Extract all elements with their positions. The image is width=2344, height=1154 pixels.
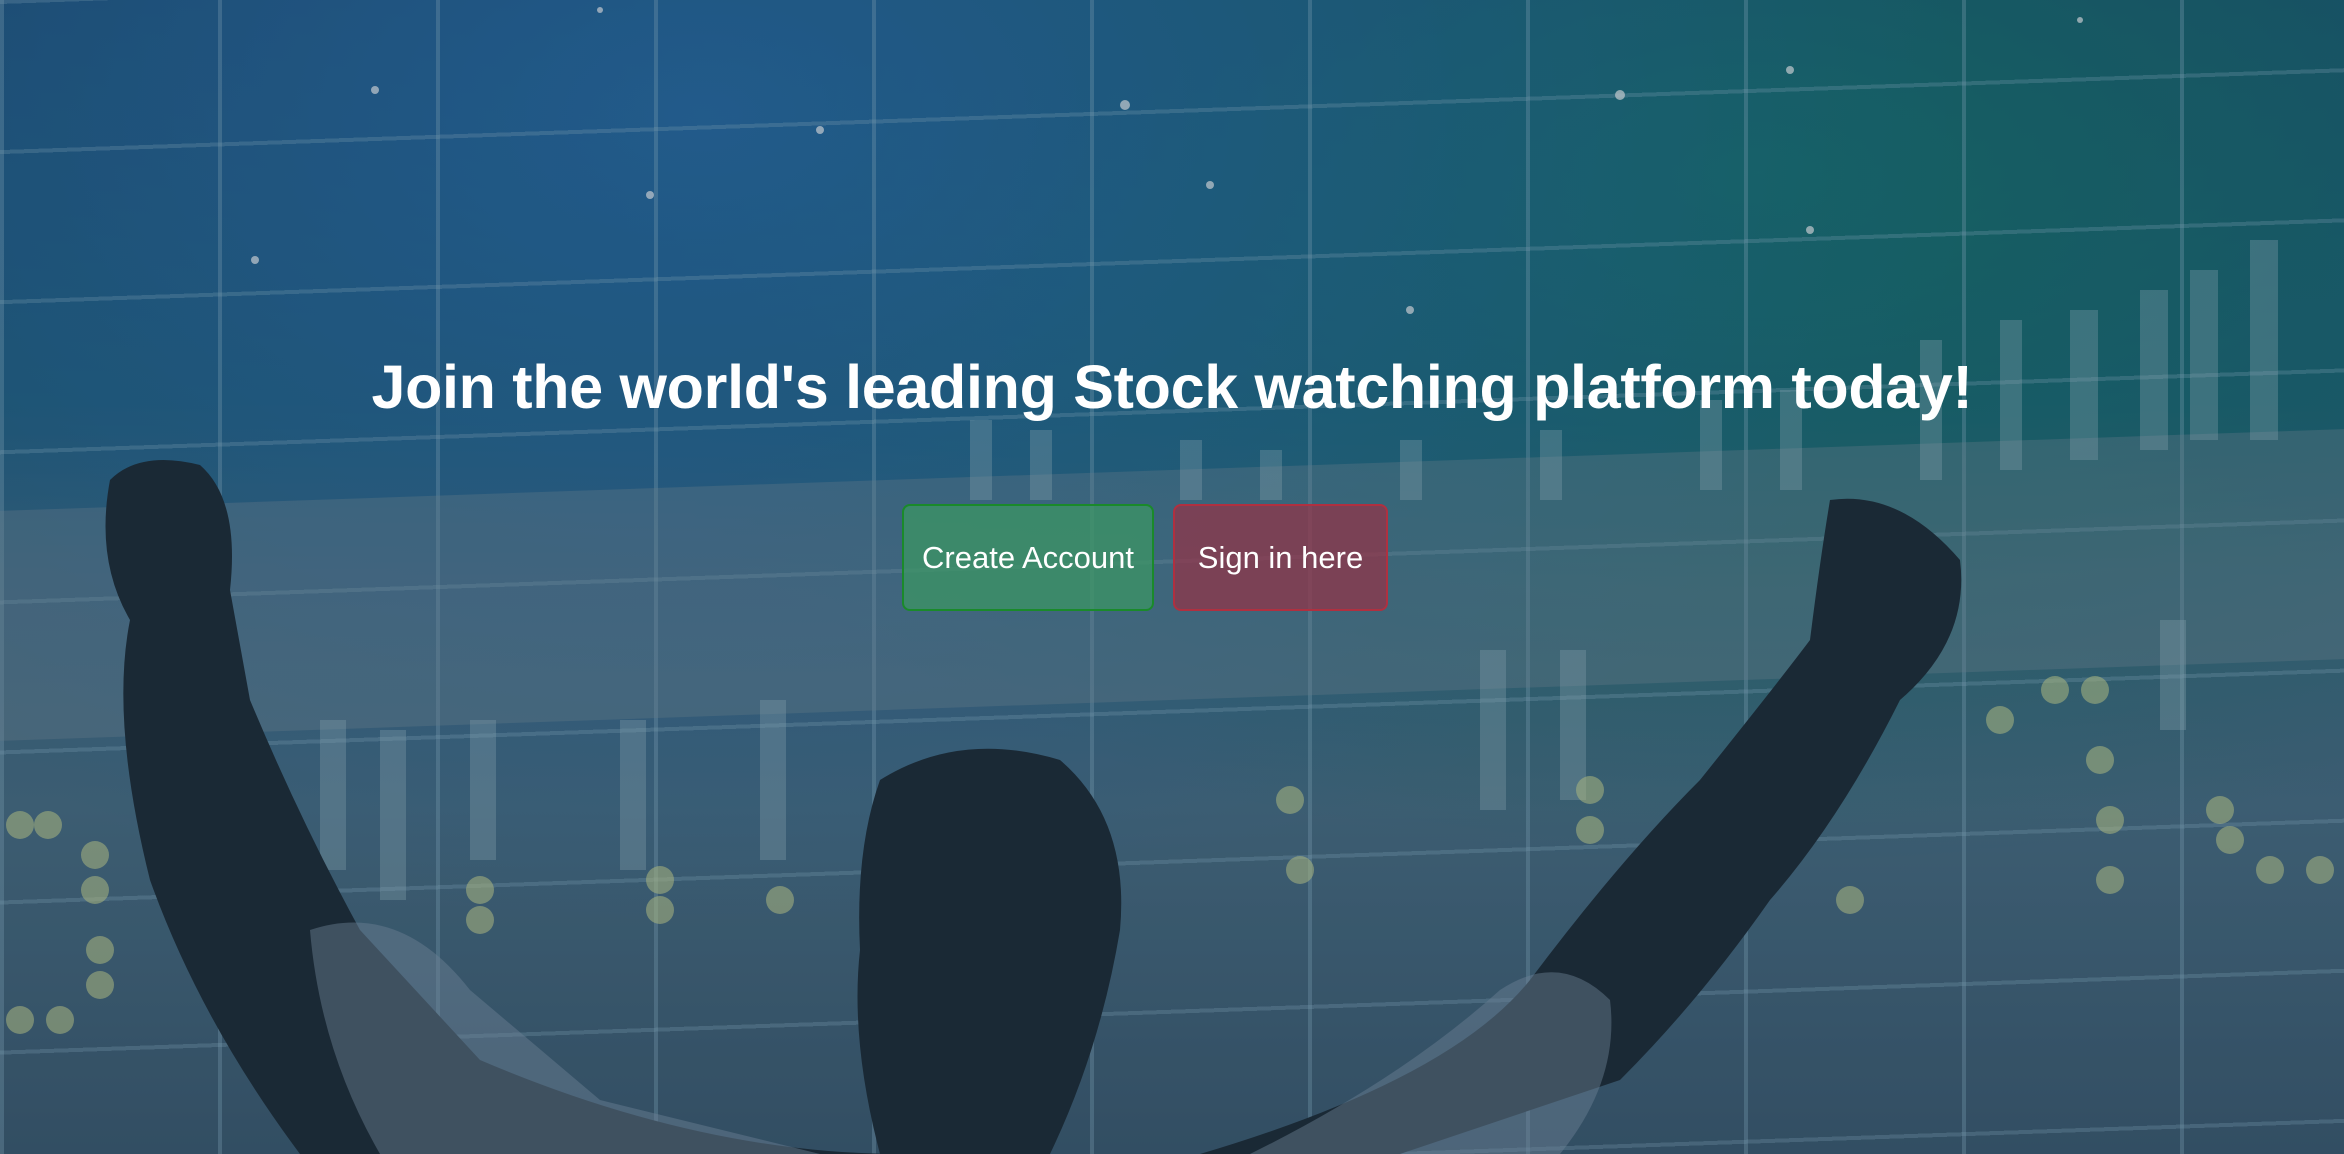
hero-title: Join the world's leading Stock watching … <box>371 353 1973 421</box>
create-account-button[interactable]: Create Account <box>902 504 1154 611</box>
sign-in-button[interactable]: Sign in here <box>1173 504 1388 611</box>
hero-section: Join the world's leading Stock watching … <box>0 0 2344 1154</box>
hero-actions: Create Account Sign in here <box>902 504 1388 611</box>
